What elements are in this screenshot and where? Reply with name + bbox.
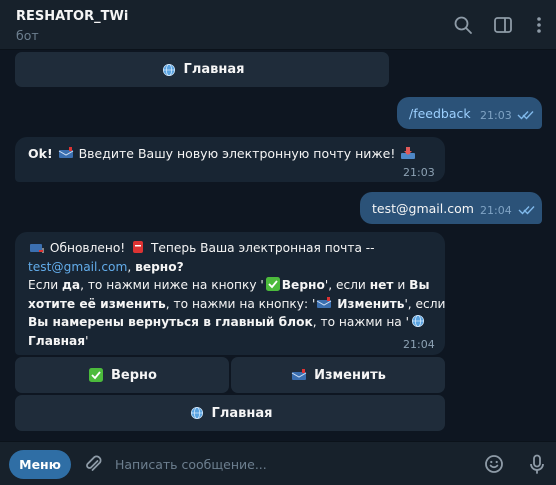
globe-icon: [189, 406, 205, 420]
postbox-icon: [130, 240, 146, 254]
keyboard-button-main[interactable]: Главная: [15, 395, 445, 431]
incoming-message-prompt[interactable]: Ok! Введите Вашу новую электронную почту…: [15, 137, 445, 182]
mailbox-lowered-flag-icon: [29, 240, 45, 254]
inbox-tray-icon: [400, 146, 416, 160]
chat-status: бот: [16, 28, 39, 43]
updated-line-1: Обновлено! Теперь Ваша электронная почта…: [28, 239, 438, 258]
message-list: Главная /feedback 21:03 Ok! Введите Вашу…: [0, 51, 556, 441]
mailbox-icon: [316, 296, 332, 310]
microphone-icon[interactable]: [526, 453, 548, 475]
incoming-message-updated[interactable]: Обновлено! Теперь Ваша электронная почта…: [15, 232, 445, 355]
updated-line-6: Главная': [28, 333, 89, 348]
message-time: 21:03: [403, 166, 435, 179]
keyboard-button-label: Главная: [183, 62, 245, 77]
more-vertical-icon[interactable]: [528, 14, 550, 36]
message-time: 21:04: [403, 338, 435, 351]
keyboard-button-izmenit[interactable]: Изменить: [231, 357, 445, 393]
message-time: 21:03: [480, 109, 512, 122]
search-icon[interactable]: [452, 14, 474, 36]
outgoing-message-feedback[interactable]: /feedback 21:03: [397, 97, 542, 129]
check-mark-icon: [88, 368, 104, 382]
read-checks-icon: [518, 206, 535, 215]
keyboard-button-label: Изменить: [314, 367, 386, 383]
keyboard-button-main-top[interactable]: Главная: [15, 52, 389, 87]
emoji-icon[interactable]: [483, 453, 505, 475]
composer: Меню: [0, 441, 556, 485]
email-text: test@gmail.com: [372, 201, 474, 216]
globe-icon: [410, 314, 426, 328]
email-link[interactable]: test@gmail.com: [28, 260, 127, 274]
updated-line-2: test@gmail.com, верно?: [28, 259, 184, 274]
check-mark-icon: [265, 277, 281, 292]
ok-text: Ok!: [28, 146, 53, 161]
read-checks-icon: [517, 111, 534, 120]
keyboard-button-label: Верно: [111, 367, 157, 383]
sidebar-toggle-icon[interactable]: [492, 14, 514, 36]
message-input[interactable]: [115, 450, 465, 479]
updated-line-3: Если да, то нажми ниже на кнопку ' Верно…: [28, 277, 430, 293]
bot-command-link[interactable]: /feedback: [409, 104, 471, 123]
globe-icon: [161, 63, 177, 77]
updated-line-4: хотите её изменить, то нажми на кнопку: …: [28, 296, 446, 311]
outgoing-message-email[interactable]: test@gmail.com 21:04: [360, 192, 542, 224]
chat-header: RESHATOR_TWi бот: [0, 0, 556, 50]
mailbox-icon: [58, 146, 74, 160]
mailbox-icon: [291, 368, 307, 382]
prompt-text: Введите Вашу новую электронную почту ниж…: [78, 146, 396, 161]
updated-line-5: Вы намерены вернуться в главный блок, то…: [28, 313, 438, 332]
chat-title[interactable]: RESHATOR_TWi: [16, 9, 128, 24]
keyboard-button-label: Главная: [211, 405, 273, 421]
message-time: 21:04: [480, 204, 512, 217]
keyboard-button-verno[interactable]: Верно: [15, 357, 229, 393]
bot-menu-button[interactable]: Меню: [9, 450, 71, 479]
paperclip-icon[interactable]: [82, 453, 104, 475]
